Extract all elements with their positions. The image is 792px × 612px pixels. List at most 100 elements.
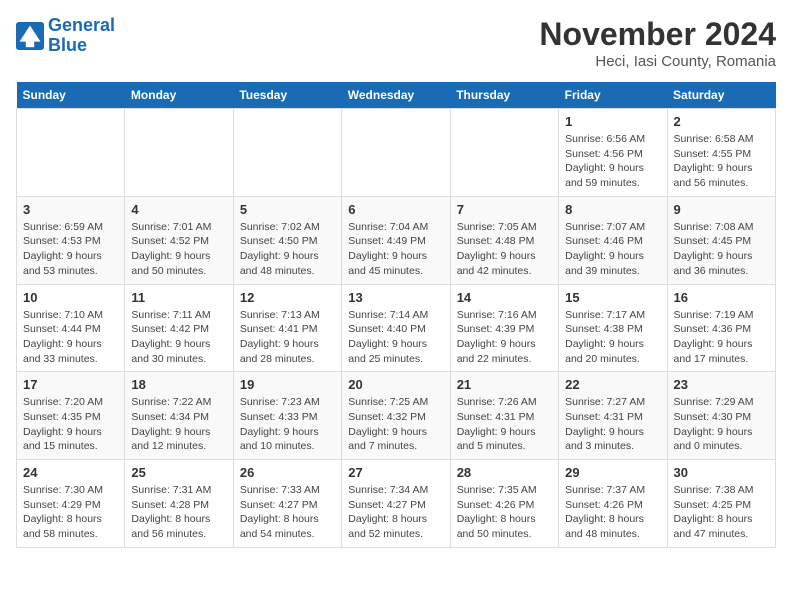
day-info: Sunrise: 7:30 AM Sunset: 4:29 PM Dayligh… (23, 483, 118, 542)
calendar-cell: 19 Sunrise: 7:23 AM Sunset: 4:33 PM Dayli… (233, 372, 341, 460)
calendar-cell: 12Sunrise: 7:13 AM Sunset: 4:41 PM Dayli… (233, 284, 341, 372)
calendar-title: November 2024 (539, 16, 776, 53)
day-number: 15 (565, 290, 660, 305)
calendar-cell: 15Sunrise: 7:17 AM Sunset: 4:38 PM Dayli… (559, 284, 667, 372)
calendar-cell: 6Sunrise: 7:04 AM Sunset: 4:49 PM Daylig… (342, 196, 450, 284)
weekday-header-tuesday: Tuesday (233, 82, 341, 109)
calendar-cell: 27Sunrise: 7:34 AM Sunset: 4:27 PM Dayli… (342, 460, 450, 548)
title-block: November 2024 Heci, Iasi County, Romania (539, 16, 776, 70)
calendar-table: SundayMondayTuesdayWednesdayThursdayFrid… (16, 82, 776, 548)
day-number: 1 (565, 114, 660, 129)
calendar-cell (233, 109, 341, 197)
day-info: Sunrise: 7:07 AM Sunset: 4:46 PM Dayligh… (565, 220, 660, 279)
calendar-cell (125, 109, 233, 197)
calendar-cell (17, 109, 125, 197)
logo-general: General (48, 15, 115, 35)
calendar-cell: 10 Sunrise: 7:10 AM Sunset: 4:44 PM Dayli… (17, 284, 125, 372)
day-info: Sunrise: 6:56 AM Sunset: 4:56 PM Dayligh… (565, 132, 660, 191)
day-number: 19 (240, 377, 335, 392)
weekday-header-sunday: Sunday (17, 82, 125, 109)
day-info: Sunrise: 7:22 AM Sunset: 4:34 PM Dayligh… (131, 395, 226, 454)
calendar-cell: 26Sunrise: 7:33 AM Sunset: 4:27 PM Dayli… (233, 460, 341, 548)
calendar-cell: 1 Sunrise: 6:56 AM Sunset: 4:56 PM Daylig… (559, 109, 667, 197)
day-number: 24 (23, 465, 118, 480)
day-number: 9 (674, 202, 769, 217)
day-info: Sunrise: 7:16 AM Sunset: 4:39 PM Dayligh… (457, 308, 552, 367)
calendar-cell: 13Sunrise: 7:14 AM Sunset: 4:40 PM Dayli… (342, 284, 450, 372)
logo: General Blue (16, 16, 115, 56)
calendar-cell: 5 Sunrise: 7:02 AM Sunset: 4:50 PM Daylig… (233, 196, 341, 284)
calendar-cell: 28 Sunrise: 7:35 AM Sunset: 4:26 PM Dayli… (450, 460, 558, 548)
day-info: Sunrise: 7:08 AM Sunset: 4:45 PM Dayligh… (674, 220, 769, 279)
logo-icon (16, 22, 44, 50)
calendar-cell: 3Sunrise: 6:59 AM Sunset: 4:53 PM Daylig… (17, 196, 125, 284)
day-info: Sunrise: 7:25 AM Sunset: 4:32 PM Dayligh… (348, 395, 443, 454)
calendar-week-4: 17 Sunrise: 7:20 AM Sunset: 4:35 PM Dayli… (17, 372, 776, 460)
day-info: Sunrise: 7:20 AM Sunset: 4:35 PM Dayligh… (23, 395, 118, 454)
day-info: Sunrise: 6:59 AM Sunset: 4:53 PM Dayligh… (23, 220, 118, 279)
weekday-header-thursday: Thursday (450, 82, 558, 109)
calendar-cell: 25 Sunrise: 7:31 AM Sunset: 4:28 PM Dayli… (125, 460, 233, 548)
calendar-subtitle: Heci, Iasi County, Romania (539, 53, 776, 70)
day-number: 23 (674, 377, 769, 392)
weekday-header-saturday: Saturday (667, 82, 775, 109)
day-number: 22 (565, 377, 660, 392)
calendar-week-5: 24 Sunrise: 7:30 AM Sunset: 4:29 PM Dayli… (17, 460, 776, 548)
day-info: Sunrise: 7:29 AM Sunset: 4:30 PM Dayligh… (674, 395, 769, 454)
day-number: 28 (457, 465, 552, 480)
day-info: Sunrise: 7:27 AM Sunset: 4:31 PM Dayligh… (565, 395, 660, 454)
day-info: Sunrise: 7:38 AM Sunset: 4:25 PM Dayligh… (674, 483, 769, 542)
calendar-cell: 14 Sunrise: 7:16 AM Sunset: 4:39 PM Dayli… (450, 284, 558, 372)
day-number: 17 (23, 377, 118, 392)
day-info: Sunrise: 7:26 AM Sunset: 4:31 PM Dayligh… (457, 395, 552, 454)
day-number: 18 (131, 377, 226, 392)
calendar-cell: 24 Sunrise: 7:30 AM Sunset: 4:29 PM Dayli… (17, 460, 125, 548)
calendar-cell: 8 Sunrise: 7:07 AM Sunset: 4:46 PM Daylig… (559, 196, 667, 284)
calendar-week-2: 3Sunrise: 6:59 AM Sunset: 4:53 PM Daylig… (17, 196, 776, 284)
day-number: 27 (348, 465, 443, 480)
day-number: 14 (457, 290, 552, 305)
calendar-cell: 22 Sunrise: 7:27 AM Sunset: 4:31 PM Dayli… (559, 372, 667, 460)
day-number: 30 (674, 465, 769, 480)
calendar-cell (342, 109, 450, 197)
day-number: 5 (240, 202, 335, 217)
day-info: Sunrise: 7:10 AM Sunset: 4:44 PM Dayligh… (23, 308, 118, 367)
calendar-cell: 11 Sunrise: 7:11 AM Sunset: 4:42 PM Dayli… (125, 284, 233, 372)
day-info: Sunrise: 7:33 AM Sunset: 4:27 PM Dayligh… (240, 483, 335, 542)
calendar-cell: 30 Sunrise: 7:38 AM Sunset: 4:25 PM Dayli… (667, 460, 775, 548)
calendar-cell: 7Sunrise: 7:05 AM Sunset: 4:48 PM Daylig… (450, 196, 558, 284)
day-info: Sunrise: 7:11 AM Sunset: 4:42 PM Dayligh… (131, 308, 226, 367)
day-info: Sunrise: 7:31 AM Sunset: 4:28 PM Dayligh… (131, 483, 226, 542)
day-info: Sunrise: 7:01 AM Sunset: 4:52 PM Dayligh… (131, 220, 226, 279)
day-info: Sunrise: 7:02 AM Sunset: 4:50 PM Dayligh… (240, 220, 335, 279)
day-number: 7 (457, 202, 552, 217)
day-number: 8 (565, 202, 660, 217)
day-info: Sunrise: 7:35 AM Sunset: 4:26 PM Dayligh… (457, 483, 552, 542)
calendar-cell: 16 Sunrise: 7:19 AM Sunset: 4:36 PM Dayli… (667, 284, 775, 372)
calendar-cell: 21 Sunrise: 7:26 AM Sunset: 4:31 PM Dayli… (450, 372, 558, 460)
logo-text: General Blue (48, 16, 115, 56)
day-number: 4 (131, 202, 226, 217)
weekday-header-monday: Monday (125, 82, 233, 109)
day-number: 25 (131, 465, 226, 480)
day-number: 29 (565, 465, 660, 480)
calendar-cell: 18 Sunrise: 7:22 AM Sunset: 4:34 PM Dayli… (125, 372, 233, 460)
day-info: Sunrise: 7:37 AM Sunset: 4:26 PM Dayligh… (565, 483, 660, 542)
weekday-header-friday: Friday (559, 82, 667, 109)
calendar-cell: 23 Sunrise: 7:29 AM Sunset: 4:30 PM Dayli… (667, 372, 775, 460)
day-number: 10 (23, 290, 118, 305)
day-info: Sunrise: 7:19 AM Sunset: 4:36 PM Dayligh… (674, 308, 769, 367)
page-header: General Blue November 2024 Heci, Iasi Co… (16, 16, 776, 70)
calendar-cell: 4 Sunrise: 7:01 AM Sunset: 4:52 PM Daylig… (125, 196, 233, 284)
day-number: 16 (674, 290, 769, 305)
day-info: Sunrise: 7:23 AM Sunset: 4:33 PM Dayligh… (240, 395, 335, 454)
day-info: Sunrise: 6:58 AM Sunset: 4:55 PM Dayligh… (674, 132, 769, 191)
weekday-header-row: SundayMondayTuesdayWednesdayThursdayFrid… (17, 82, 776, 109)
day-number: 11 (131, 290, 226, 305)
calendar-cell: 29 Sunrise: 7:37 AM Sunset: 4:26 PM Dayli… (559, 460, 667, 548)
day-number: 21 (457, 377, 552, 392)
calendar-cell (450, 109, 558, 197)
weekday-header-wednesday: Wednesday (342, 82, 450, 109)
calendar-cell: 2Sunrise: 6:58 AM Sunset: 4:55 PM Daylig… (667, 109, 775, 197)
day-info: Sunrise: 7:14 AM Sunset: 4:40 PM Dayligh… (348, 308, 443, 367)
